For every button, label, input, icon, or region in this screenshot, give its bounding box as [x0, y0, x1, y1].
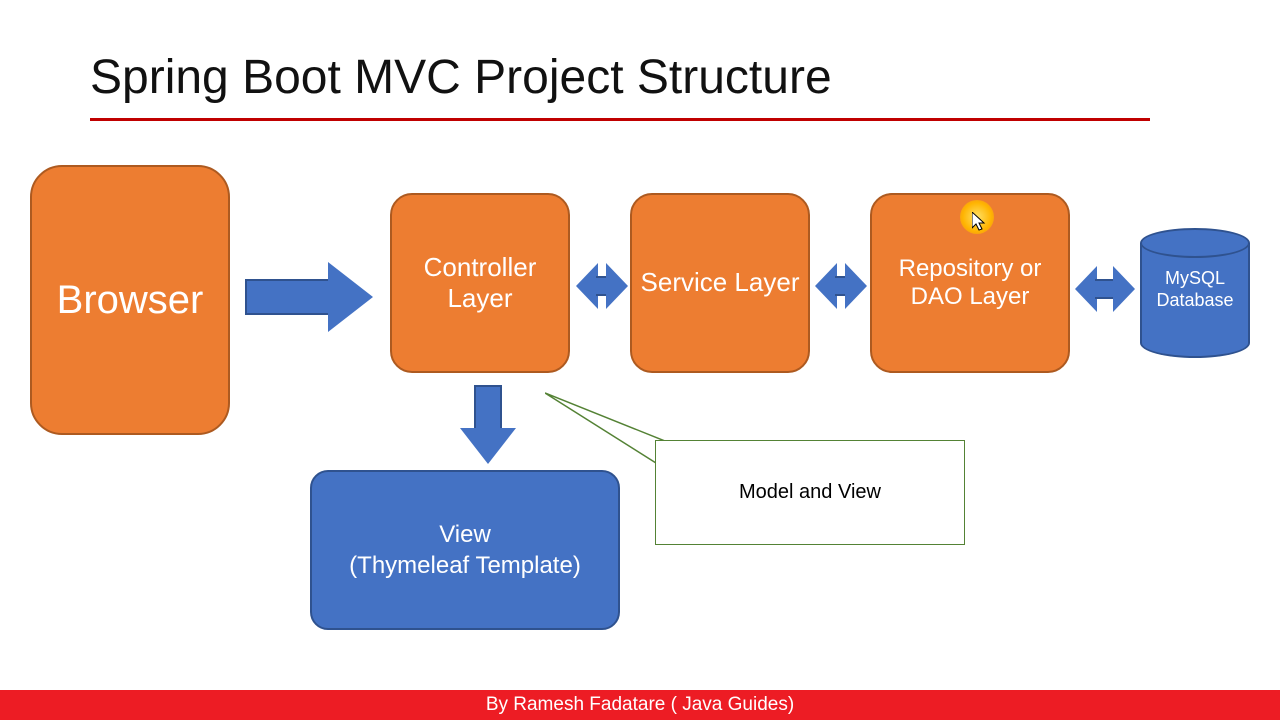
database-label: MySQL Database: [1140, 268, 1250, 311]
service-box: Service Layer: [630, 193, 810, 373]
arrow-right-icon: [245, 262, 375, 332]
view-box: View (Thymeleaf Template): [310, 470, 620, 630]
double-arrow-icon: [576, 263, 628, 309]
callout-box: Model and View: [655, 440, 965, 545]
controller-label: Controller Layer: [392, 252, 568, 314]
repository-label: Repository or DAO Layer: [872, 255, 1068, 310]
service-label: Service Layer: [633, 267, 808, 298]
callout-label: Model and View: [739, 481, 881, 504]
title-underline: [90, 118, 1150, 121]
footer-text: By Ramesh Fadatare ( Java Guides): [486, 694, 794, 716]
mouse-cursor-icon: [972, 212, 988, 232]
slide-canvas: Spring Boot MVC Project Structure Browse…: [0, 0, 1280, 720]
slide-title: Spring Boot MVC Project Structure: [90, 50, 832, 105]
browser-label: Browser: [57, 278, 204, 323]
view-label: View (Thymeleaf Template): [341, 519, 589, 581]
arrow-down-icon: [460, 385, 516, 465]
footer-bar: By Ramesh Fadatare ( Java Guides): [0, 690, 1280, 720]
database-cylinder: MySQL Database: [1140, 228, 1250, 358]
double-arrow-icon: [1075, 266, 1135, 312]
controller-box: Controller Layer: [390, 193, 570, 373]
browser-box: Browser: [30, 165, 230, 435]
double-arrow-icon: [815, 263, 867, 309]
